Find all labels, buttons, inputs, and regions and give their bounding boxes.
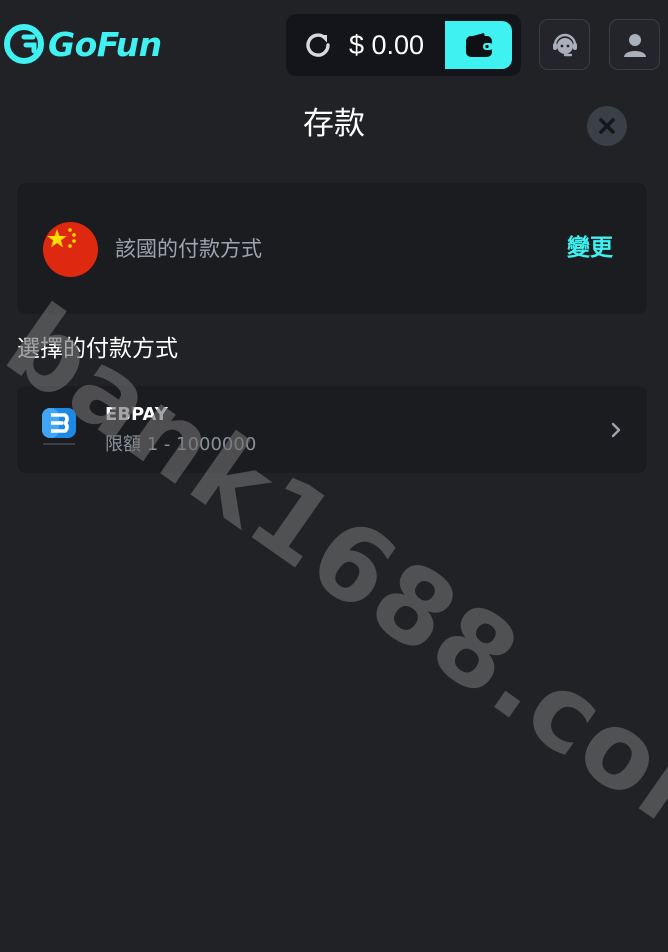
chevron-right-icon: [611, 422, 621, 438]
payment-method-limit: 限額 1 - 1000000: [105, 434, 257, 455]
country-card: 該國的付款方式 變更: [17, 183, 647, 314]
close-icon: [599, 118, 615, 134]
balance-amount: $ 0.00: [349, 30, 425, 60]
watermark-text: bank1688.com: [0, 281, 668, 888]
section-title: 選擇的付款方式: [17, 336, 178, 362]
china-flag-icon: [43, 222, 98, 277]
gofun-logo-icon: [4, 24, 44, 64]
page-title: 存款: [303, 106, 365, 142]
refresh-icon[interactable]: [302, 29, 334, 61]
wallet-button[interactable]: [445, 21, 512, 69]
top-bar: GoFun $ 0.00: [0, 0, 668, 88]
profile-button[interactable]: [609, 19, 660, 70]
close-button[interactable]: [587, 106, 627, 146]
user-icon: [623, 33, 646, 57]
wallet-icon: [465, 33, 493, 57]
country-payment-label: 該國的付款方式: [115, 237, 262, 261]
logo-text: GoFun: [48, 24, 162, 64]
change-button[interactable]: 變更: [567, 232, 613, 264]
payment-method-item[interactable]: EBPAY 限額 1 - 1000000: [17, 386, 647, 473]
customer-support-button[interactable]: [539, 19, 590, 70]
ebpay-logo-icon: [42, 408, 76, 445]
gofun-logo[interactable]: GoFun: [4, 22, 162, 66]
support-agent-icon: [552, 33, 577, 56]
payment-method-name: EBPAY: [105, 404, 168, 425]
balance-box: $ 0.00: [286, 14, 521, 76]
